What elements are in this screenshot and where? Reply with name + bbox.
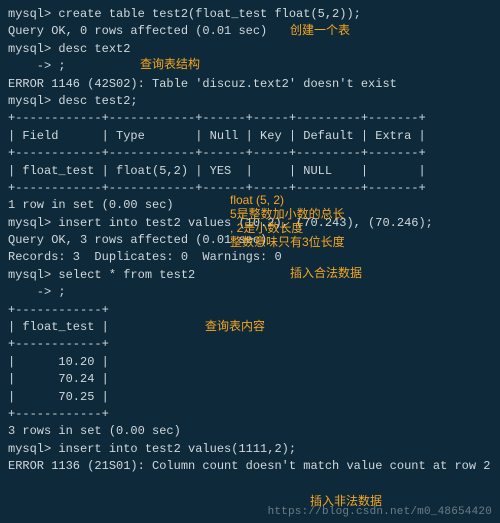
term-line: mysql> desc test2; bbox=[8, 93, 492, 110]
term-line: +------------+ bbox=[8, 406, 492, 423]
annotation-desc-table: 查询表结构 bbox=[140, 56, 200, 73]
term-line: +------------+ bbox=[8, 336, 492, 353]
term-line: | 10.20 | bbox=[8, 354, 492, 371]
term-line: | 70.24 | bbox=[8, 371, 492, 388]
term-line: Query OK, 0 rows affected (0.01 sec) bbox=[8, 23, 492, 40]
term-line: ERROR 1136 (21S01): Column count doesn't… bbox=[8, 458, 492, 475]
annotation-create-table: 创建一个表 bbox=[290, 22, 350, 39]
annotation-float-3: 整数意味只有3位长度 bbox=[230, 234, 345, 251]
term-line: -> ; bbox=[8, 58, 492, 75]
term-line: mysql> select * from test2 bbox=[8, 267, 492, 284]
term-line: -> ; bbox=[8, 284, 492, 301]
term-line: mysql> create table test2(float_test flo… bbox=[8, 6, 492, 23]
annotation-insert-legal: 插入合法数据 bbox=[290, 265, 362, 282]
term-line: ERROR 1146 (42S02): Table 'discuz.text2'… bbox=[8, 76, 492, 93]
term-line: | 70.25 | bbox=[8, 389, 492, 406]
term-line: +------------+ bbox=[8, 302, 492, 319]
term-line: | Field | Type | Null | Key | Default | … bbox=[8, 128, 492, 145]
term-line: mysql> insert into test2 values(1111,2); bbox=[8, 441, 492, 458]
term-line: | float_test | float(5,2) | YES | | NULL… bbox=[8, 163, 492, 180]
term-line: mysql> desc text2 bbox=[8, 41, 492, 58]
watermark: https://blog.csdn.net/m0_48654420 bbox=[268, 505, 492, 521]
term-line: 3 rows in set (0.00 sec) bbox=[8, 423, 492, 440]
term-line: +------------+------------+------+-----+… bbox=[8, 110, 492, 127]
annotation-select: 查询表内容 bbox=[205, 318, 265, 335]
term-line: +------------+------------+------+-----+… bbox=[8, 145, 492, 162]
term-line: Records: 3 Duplicates: 0 Warnings: 0 bbox=[8, 249, 492, 266]
